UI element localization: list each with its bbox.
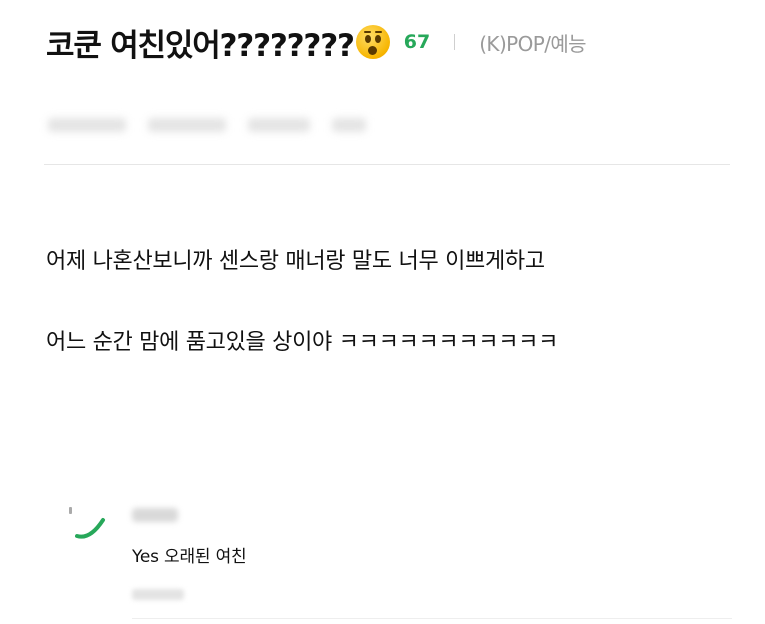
post-body-line: 어느 순간 맘에 품고있을 상이야 ㅋㅋㅋㅋㅋㅋㅋㅋㅋㅋㅋ bbox=[46, 330, 559, 355]
meta-views-blurred bbox=[148, 118, 226, 132]
meta-date-blurred bbox=[48, 118, 126, 132]
comment-avatar-icon bbox=[69, 507, 105, 539]
post-title: 코쿤 여친있어???????? bbox=[46, 27, 355, 64]
post-title-row: 코쿤 여친있어???????? 67 (K)POP/예능 bbox=[46, 18, 587, 66]
comment-count[interactable]: 67 bbox=[404, 31, 430, 53]
comment-divider bbox=[132, 618, 732, 619]
comment-nickname-blurred[interactable] bbox=[132, 508, 178, 522]
comment-text: Yes 오래된 여친 bbox=[132, 547, 247, 567]
header-divider bbox=[44, 164, 730, 165]
title-separator bbox=[454, 34, 456, 50]
astonished-face-icon bbox=[355, 25, 390, 59]
comment-time-blurred bbox=[132, 589, 184, 600]
category-link[interactable]: (K)POP/예능 bbox=[479, 28, 586, 57]
post-meta-blurred bbox=[48, 113, 366, 137]
meta-icon-blurred bbox=[332, 118, 366, 132]
meta-author-blurred bbox=[248, 118, 310, 132]
post-body-line: 어제 나혼산보니까 센스랑 매너랑 말도 너무 이쁘게하고 bbox=[46, 249, 545, 274]
